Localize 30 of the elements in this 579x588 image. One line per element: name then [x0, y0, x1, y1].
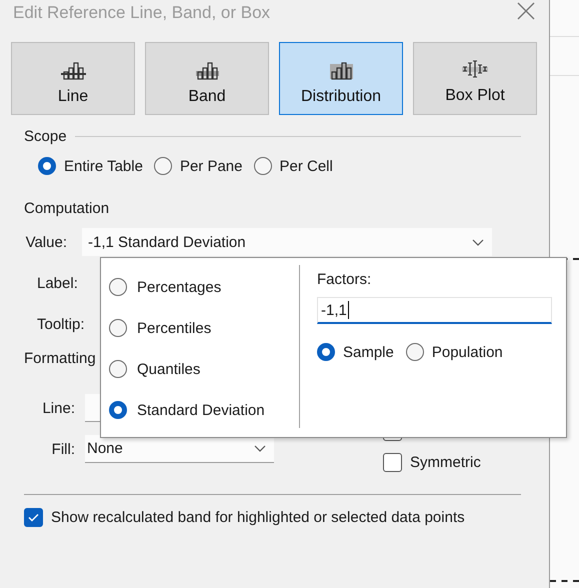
radio-label: Entire Table — [64, 158, 143, 174]
type-tab[interactable]: Box Plot — [413, 42, 537, 115]
type-tab[interactable]: Distribution — [279, 42, 403, 115]
field-label: Factors: — [317, 271, 372, 288]
radio-label: Sample — [343, 344, 394, 360]
radio-label: Percentages — [137, 278, 222, 296]
radio-label: Per Pane — [180, 158, 242, 174]
type-tab[interactable]: Line — [11, 42, 135, 115]
field-label: Fill: — [50, 440, 76, 458]
type-tab[interactable]: Band — [145, 42, 269, 115]
field-label: Value: — [24, 234, 68, 250]
factors-input[interactable]: -1,1 — [317, 297, 552, 324]
section-heading: Computation — [24, 200, 110, 216]
section-heading: Scope — [24, 128, 67, 145]
checkbox-label: Show recalculated band for highlighted or selected data points — [51, 509, 465, 526]
field-label: Tooltip: — [37, 316, 85, 333]
radio-label: Standard Deviation — [137, 402, 265, 418]
value-dropdown[interactable]: -1,1 Standard Deviation — [82, 228, 492, 256]
dropdown-value: None — [87, 440, 123, 457]
checkbox-label: Symmetric — [410, 454, 481, 471]
radio-label: Population — [432, 344, 503, 360]
radio-label: Per Cell — [280, 158, 333, 174]
radio-label: Percentiles — [137, 320, 212, 336]
section-heading: Formatting — [24, 350, 96, 367]
dropdown-value: -1,1 Standard Deviation — [88, 234, 246, 250]
radio-label: Quantiles — [137, 360, 200, 378]
fill-dropdown[interactable]: None — [85, 435, 274, 463]
field-label: Line: — [41, 400, 76, 416]
field-label: Label: — [37, 275, 78, 292]
window-title: Edit Reference Line, Band, or Box — [13, 3, 270, 23]
